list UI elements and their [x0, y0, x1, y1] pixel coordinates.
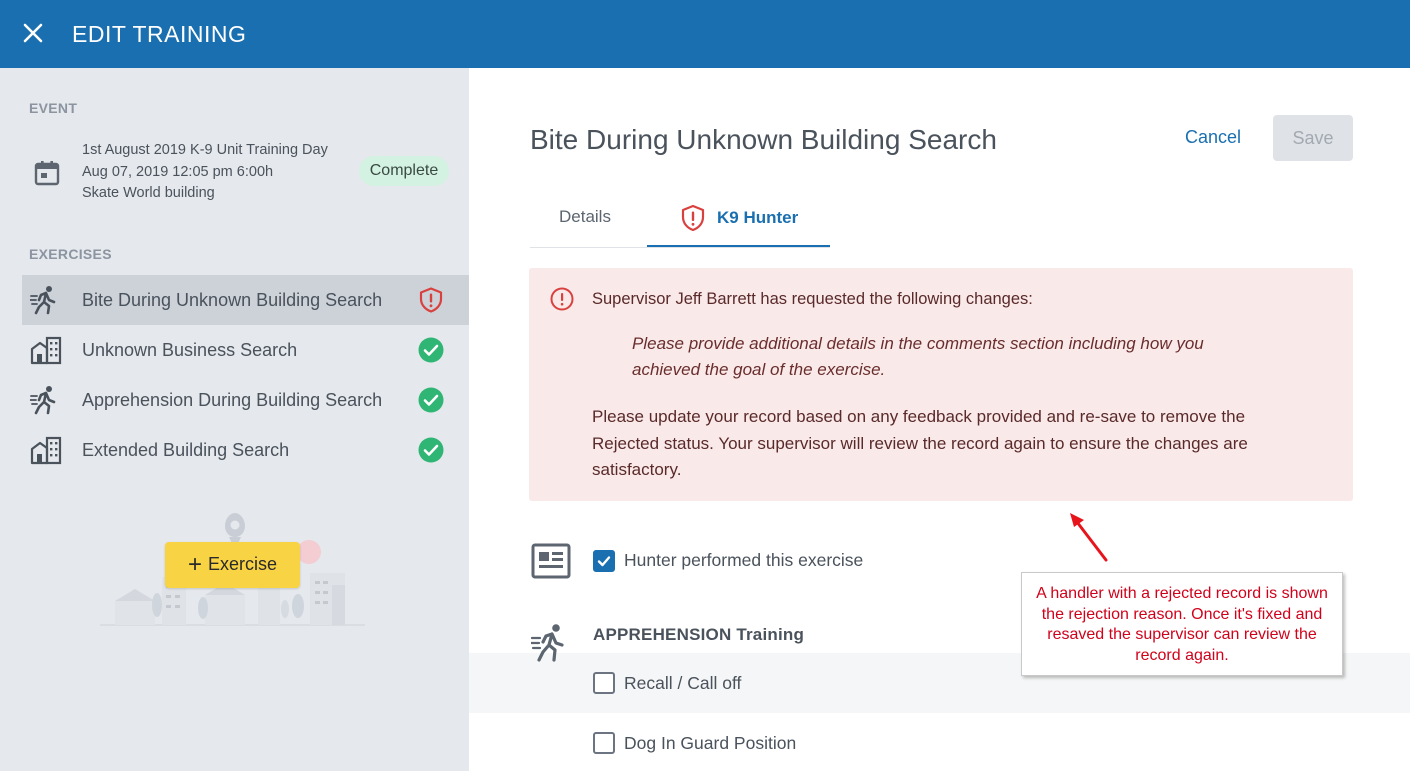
exercises-section-label: EXERCISES — [29, 246, 112, 262]
recall-call-off-checkbox[interactable] — [593, 672, 615, 694]
check-circle-icon — [418, 437, 444, 463]
exercise-item-unknown-business[interactable]: Unknown Business Search — [22, 325, 469, 375]
rejected-shield-icon — [681, 204, 705, 232]
event-details: 1st August 2019 K-9 Unit Training Day Au… — [82, 140, 328, 205]
tabs-divider — [530, 247, 830, 248]
exercise-item-extended-search[interactable]: Extended Building Search — [22, 425, 469, 475]
check-circle-icon — [418, 337, 444, 363]
page-title-bar: EDIT TRAINING — [72, 21, 247, 47]
tab-label: K9 Hunter — [717, 208, 799, 227]
tab-label: Details — [559, 207, 611, 226]
plus-icon: + — [187, 551, 202, 578]
runner-icon — [531, 624, 564, 662]
cancel-button[interactable]: Cancel — [1185, 126, 1241, 148]
rejection-alert: Supervisor Jeff Barrett has requested th… — [529, 268, 1353, 501]
event-section-label: EVENT — [29, 100, 78, 116]
runner-icon — [30, 286, 56, 315]
sidebar: EVENT 1st August 2019 K-9 Unit Training … — [0, 68, 469, 771]
exercise-item-bite-search[interactable]: Bite During Unknown Building Search — [22, 275, 469, 325]
rejected-shield-icon — [419, 287, 443, 313]
close-button[interactable] — [18, 18, 48, 48]
alert-title: Supervisor Jeff Barrett has requested th… — [592, 290, 1033, 308]
status-badge: Complete — [359, 156, 449, 186]
runner-icon — [30, 386, 56, 415]
add-exercise-label: Exercise — [207, 554, 278, 574]
building-icon — [30, 336, 62, 365]
dog-guard-position-checkbox[interactable] — [593, 732, 615, 754]
exercise-item-apprehension[interactable]: Apprehension During Building Search — [22, 375, 469, 425]
add-exercise-button[interactable]: + Exercise — [165, 542, 300, 588]
event-location: Skate World building — [82, 185, 215, 201]
annotation-callout: A handler with a rejected record is show… — [1021, 572, 1343, 676]
alert-body: Please update your record based on any f… — [592, 407, 1248, 479]
tab-k9-hunter[interactable]: K9 Hunter — [647, 203, 830, 247]
hunter-performed-checkbox[interactable] — [593, 550, 615, 572]
dog-guard-position-label: Dog In Guard Position — [624, 733, 797, 753]
tab-details[interactable]: Details — [559, 203, 611, 247]
event-name: 1st August 2019 K-9 Unit Training Day — [82, 142, 328, 158]
exercise-label: Extended Building Search — [82, 440, 290, 460]
building-icon — [30, 436, 62, 465]
save-button[interactable]: Save — [1273, 115, 1353, 161]
exercise-label: Bite During Unknown Building Search — [82, 290, 383, 310]
top-bar: EDIT TRAINING — [0, 0, 1410, 68]
supervisor-comment: Please provide additional details in the… — [632, 334, 1204, 379]
exercise-title: Bite During Unknown Building Search — [530, 124, 997, 155]
close-icon — [23, 23, 43, 43]
exercise-label: Unknown Business Search — [82, 340, 298, 360]
calendar-icon — [34, 161, 60, 186]
event-datetime: Aug 07, 2019 12:05 pm 6:00h — [82, 163, 274, 180]
hunter-performed-label: Hunter performed this exercise — [624, 550, 864, 570]
annotation-arrow — [1070, 513, 1108, 562]
apprehension-section-heading: APPREHENSION Training — [593, 625, 805, 644]
exercise-label: Apprehension During Building Search — [82, 390, 383, 410]
check-circle-icon — [418, 387, 444, 413]
document-icon — [531, 543, 571, 579]
checkmark-icon — [597, 556, 611, 567]
alert-icon — [550, 287, 574, 311]
recall-call-off-label: Recall / Call off — [624, 673, 742, 693]
